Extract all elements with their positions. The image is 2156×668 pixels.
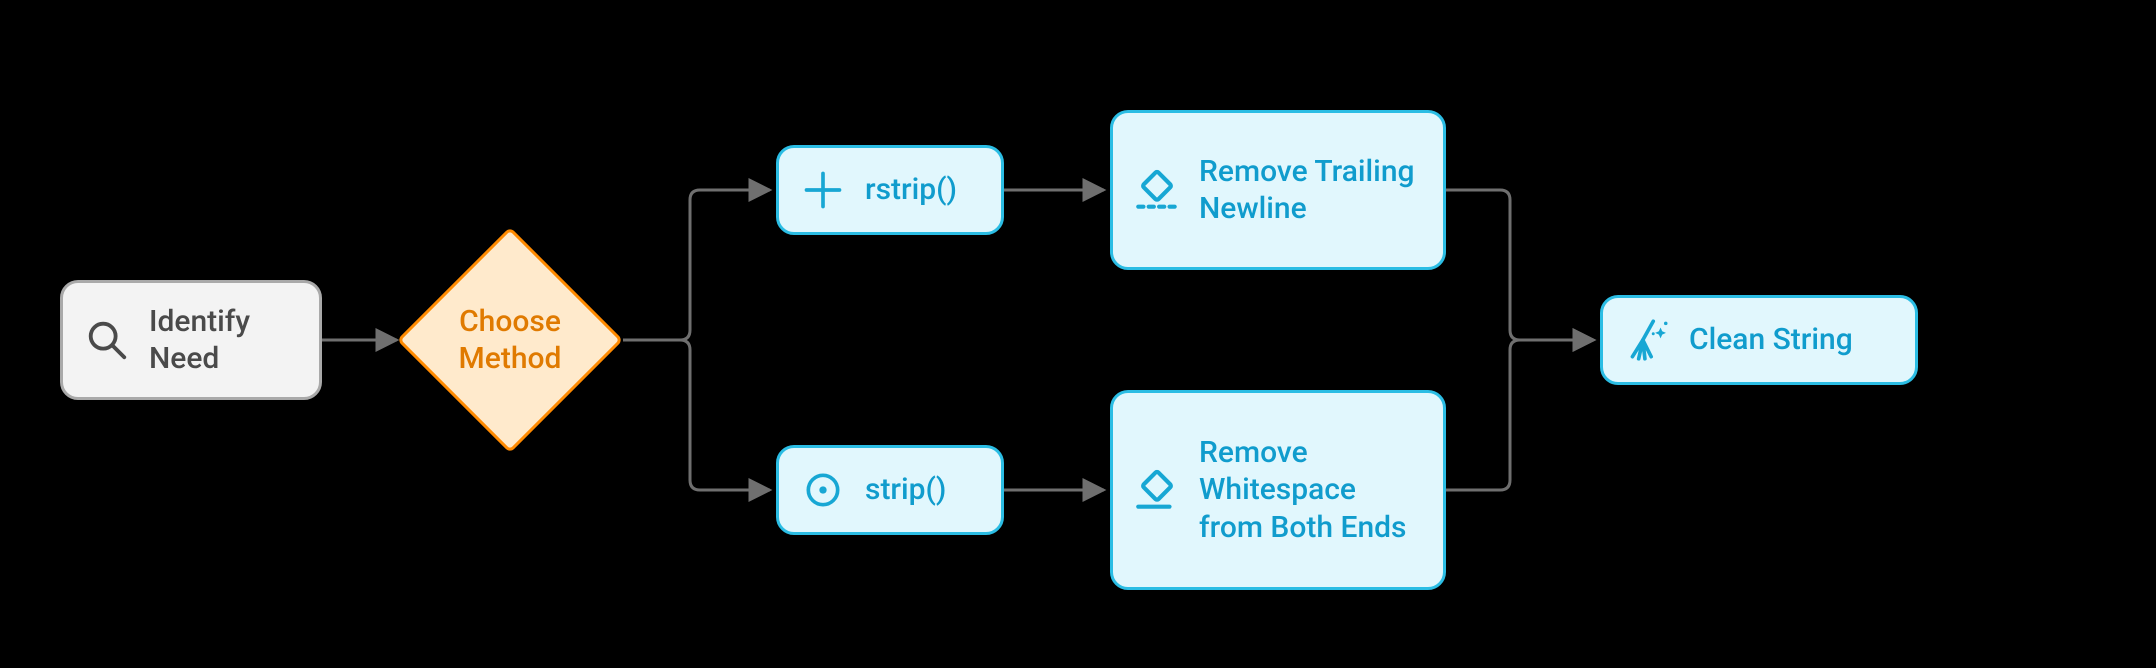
node-label: Identify Need [149, 303, 299, 378]
edge-remws-clean [1446, 340, 1594, 490]
node-remove-whitespace-both-ends: Remove Whitespace from Both Ends [1110, 390, 1446, 590]
node-clean-string: Clean String [1600, 295, 1918, 385]
node-label: Remove Trailing New­line [1199, 153, 1423, 228]
node-label: strip() [865, 471, 946, 509]
node-choose-method: Choose Method [430, 260, 590, 420]
node-label: Clean String [1689, 321, 1853, 359]
node-label: Remove Whitespace from Both Ends [1199, 434, 1423, 547]
search-icon [79, 312, 135, 368]
edge-remtrail-clean [1446, 190, 1594, 340]
node-remove-trailing-newline: Remove Trailing New­line [1110, 110, 1446, 270]
edge-choose-strip [623, 340, 770, 490]
flowchart-canvas: Identify Need Choose Method rstrip() str… [0, 0, 2156, 668]
eraser-dashed-icon [1129, 162, 1185, 218]
node-label: rstrip() [865, 171, 957, 209]
node-strip: strip() [776, 445, 1004, 535]
record-icon [795, 462, 851, 518]
node-identify-need: Identify Need [60, 280, 322, 400]
node-label: Choose Method [430, 260, 590, 420]
broom-sparkle-icon [1619, 312, 1675, 368]
eraser-line-icon [1129, 462, 1185, 518]
edge-choose-rstrip [623, 190, 770, 340]
node-rstrip: rstrip() [776, 145, 1004, 235]
plus-icon [795, 162, 851, 218]
